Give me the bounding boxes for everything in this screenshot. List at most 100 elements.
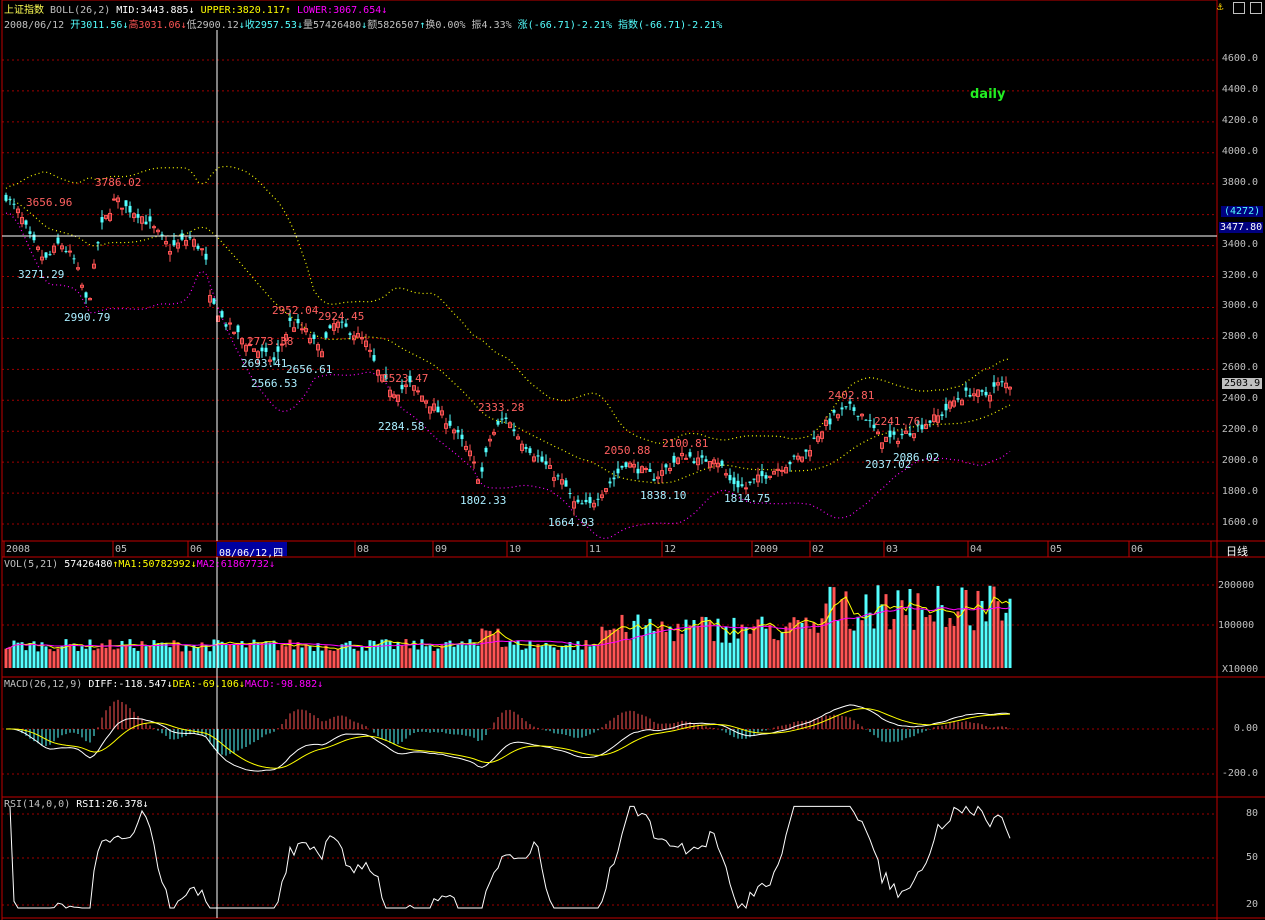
close-window-icon[interactable]: [1250, 2, 1262, 14]
candle-body: [456, 429, 460, 433]
index-name[interactable]: 上证指数: [4, 5, 44, 16]
high-annotation: 2050.88: [604, 444, 651, 457]
candle-body: [416, 390, 420, 393]
volume-bar: [284, 646, 288, 668]
volume-bar: [588, 646, 592, 668]
volume-bar: [48, 649, 52, 668]
candle-body: [484, 447, 488, 453]
period-switch[interactable]: 日线: [1226, 543, 1248, 559]
price-axis-label: 3200.0: [1221, 269, 1258, 281]
volume-bar: [776, 640, 780, 668]
volume-bar: [116, 648, 120, 668]
candle-body: [120, 207, 124, 210]
volume-bar: [708, 621, 712, 668]
volume-bar: [96, 648, 100, 668]
volume-bar: [20, 642, 24, 668]
candle-body: [448, 420, 452, 426]
candle-body: [828, 418, 832, 425]
candle-body: [844, 406, 848, 408]
volume-bar: [320, 650, 324, 668]
candle-body: [288, 317, 292, 321]
candle-body: [612, 477, 616, 480]
candle-body: [96, 242, 100, 244]
candle-body: [688, 452, 692, 457]
high-annotation: 2402.81: [828, 389, 875, 402]
volume-bar: [940, 605, 944, 668]
volume-bar: [428, 645, 432, 668]
vol-axis-unit: X10000: [1222, 664, 1259, 675]
volume-bar: [652, 630, 656, 668]
volume-bar: [556, 649, 560, 668]
vol-label[interactable]: VOL(5,21): [4, 559, 58, 570]
volume-bar: [712, 641, 716, 668]
candle-body: [160, 234, 164, 236]
candle-body: [32, 234, 36, 241]
date-axis-label: 06: [190, 544, 203, 555]
candle-body: [928, 420, 932, 423]
volume-bar: [928, 614, 932, 668]
volume-bar: [536, 644, 540, 668]
volume-bar: [396, 642, 400, 668]
date-axis-label: 06: [1131, 544, 1144, 555]
volume-bar: [880, 604, 884, 668]
volume-bar: [724, 626, 728, 668]
quote-index-change: 指数(-66.71)-2.21%: [618, 20, 723, 31]
volume-bar: [24, 650, 28, 668]
date-axis-label: 09: [435, 544, 448, 555]
low-annotation: 2693.41: [241, 357, 288, 370]
date-axis-label: 10: [509, 544, 522, 555]
volume-bar: [952, 625, 956, 668]
volume-bar: [960, 587, 964, 668]
candle-body: [684, 457, 688, 460]
anchor-icon[interactable]: ⚓: [1214, 1, 1226, 13]
candle-body: [864, 419, 868, 421]
volume-bar: [496, 628, 500, 668]
price-axis-label: 3000.0: [1221, 300, 1258, 312]
rsi-label[interactable]: RSI(14,0,0): [4, 799, 70, 810]
volume-bar: [1008, 598, 1012, 668]
volume-bar: [524, 648, 528, 668]
rsi-axis-50: 50: [1245, 852, 1258, 863]
volume-bar: [188, 650, 192, 668]
volume-bar: [392, 649, 396, 668]
low-annotation: 1664.93: [548, 516, 595, 529]
volume-bar: [32, 641, 36, 668]
candle-body: [68, 250, 72, 253]
volume-bar: [988, 585, 992, 668]
boll-mid: MID:3443.885: [116, 5, 189, 16]
volume-bar: [736, 638, 740, 668]
candle-body: [460, 434, 464, 440]
candle-body: [48, 254, 52, 256]
volume-bar: [88, 639, 92, 668]
volume-bar: [180, 651, 184, 668]
stock-chart-canvas[interactable]: [0, 0, 1265, 920]
candle-body: [496, 420, 500, 425]
price-axis-label: 3400.0: [1221, 238, 1258, 250]
volume-bar: [592, 643, 596, 668]
macd-diff: DIFF:-118.547: [88, 679, 167, 690]
volume-bar: [224, 645, 228, 668]
volume-bar: [864, 594, 868, 668]
volume-bar: [52, 651, 56, 668]
volume-bar: [604, 630, 608, 668]
restore-window-icon[interactable]: [1233, 2, 1245, 14]
volume-bar: [60, 645, 64, 668]
volume-bar: [860, 620, 864, 668]
boll-upper: UPPER:3820.117: [200, 5, 285, 16]
high-annotation: 2100.81: [662, 437, 709, 450]
volume-bar: [924, 617, 928, 668]
volume-bar: [332, 650, 336, 668]
volume-bar: [836, 620, 840, 668]
date-axis-label: 05: [1050, 544, 1063, 555]
volume-bar: [424, 646, 428, 668]
volume-bar: [904, 615, 908, 668]
candle-body: [200, 248, 204, 251]
quote-header: 2008/06/12 开3011.56↓高3031.06↓低2900.12↓收2…: [4, 20, 723, 31]
candle-body: [636, 468, 640, 474]
date-axis-label: 2009: [754, 544, 779, 555]
macd-label[interactable]: MACD(26,12,9): [4, 679, 82, 690]
quote-amount: 额5826507: [367, 20, 420, 31]
volume-bar: [136, 650, 140, 668]
candle-body: [940, 414, 944, 416]
candle-body: [956, 398, 960, 400]
